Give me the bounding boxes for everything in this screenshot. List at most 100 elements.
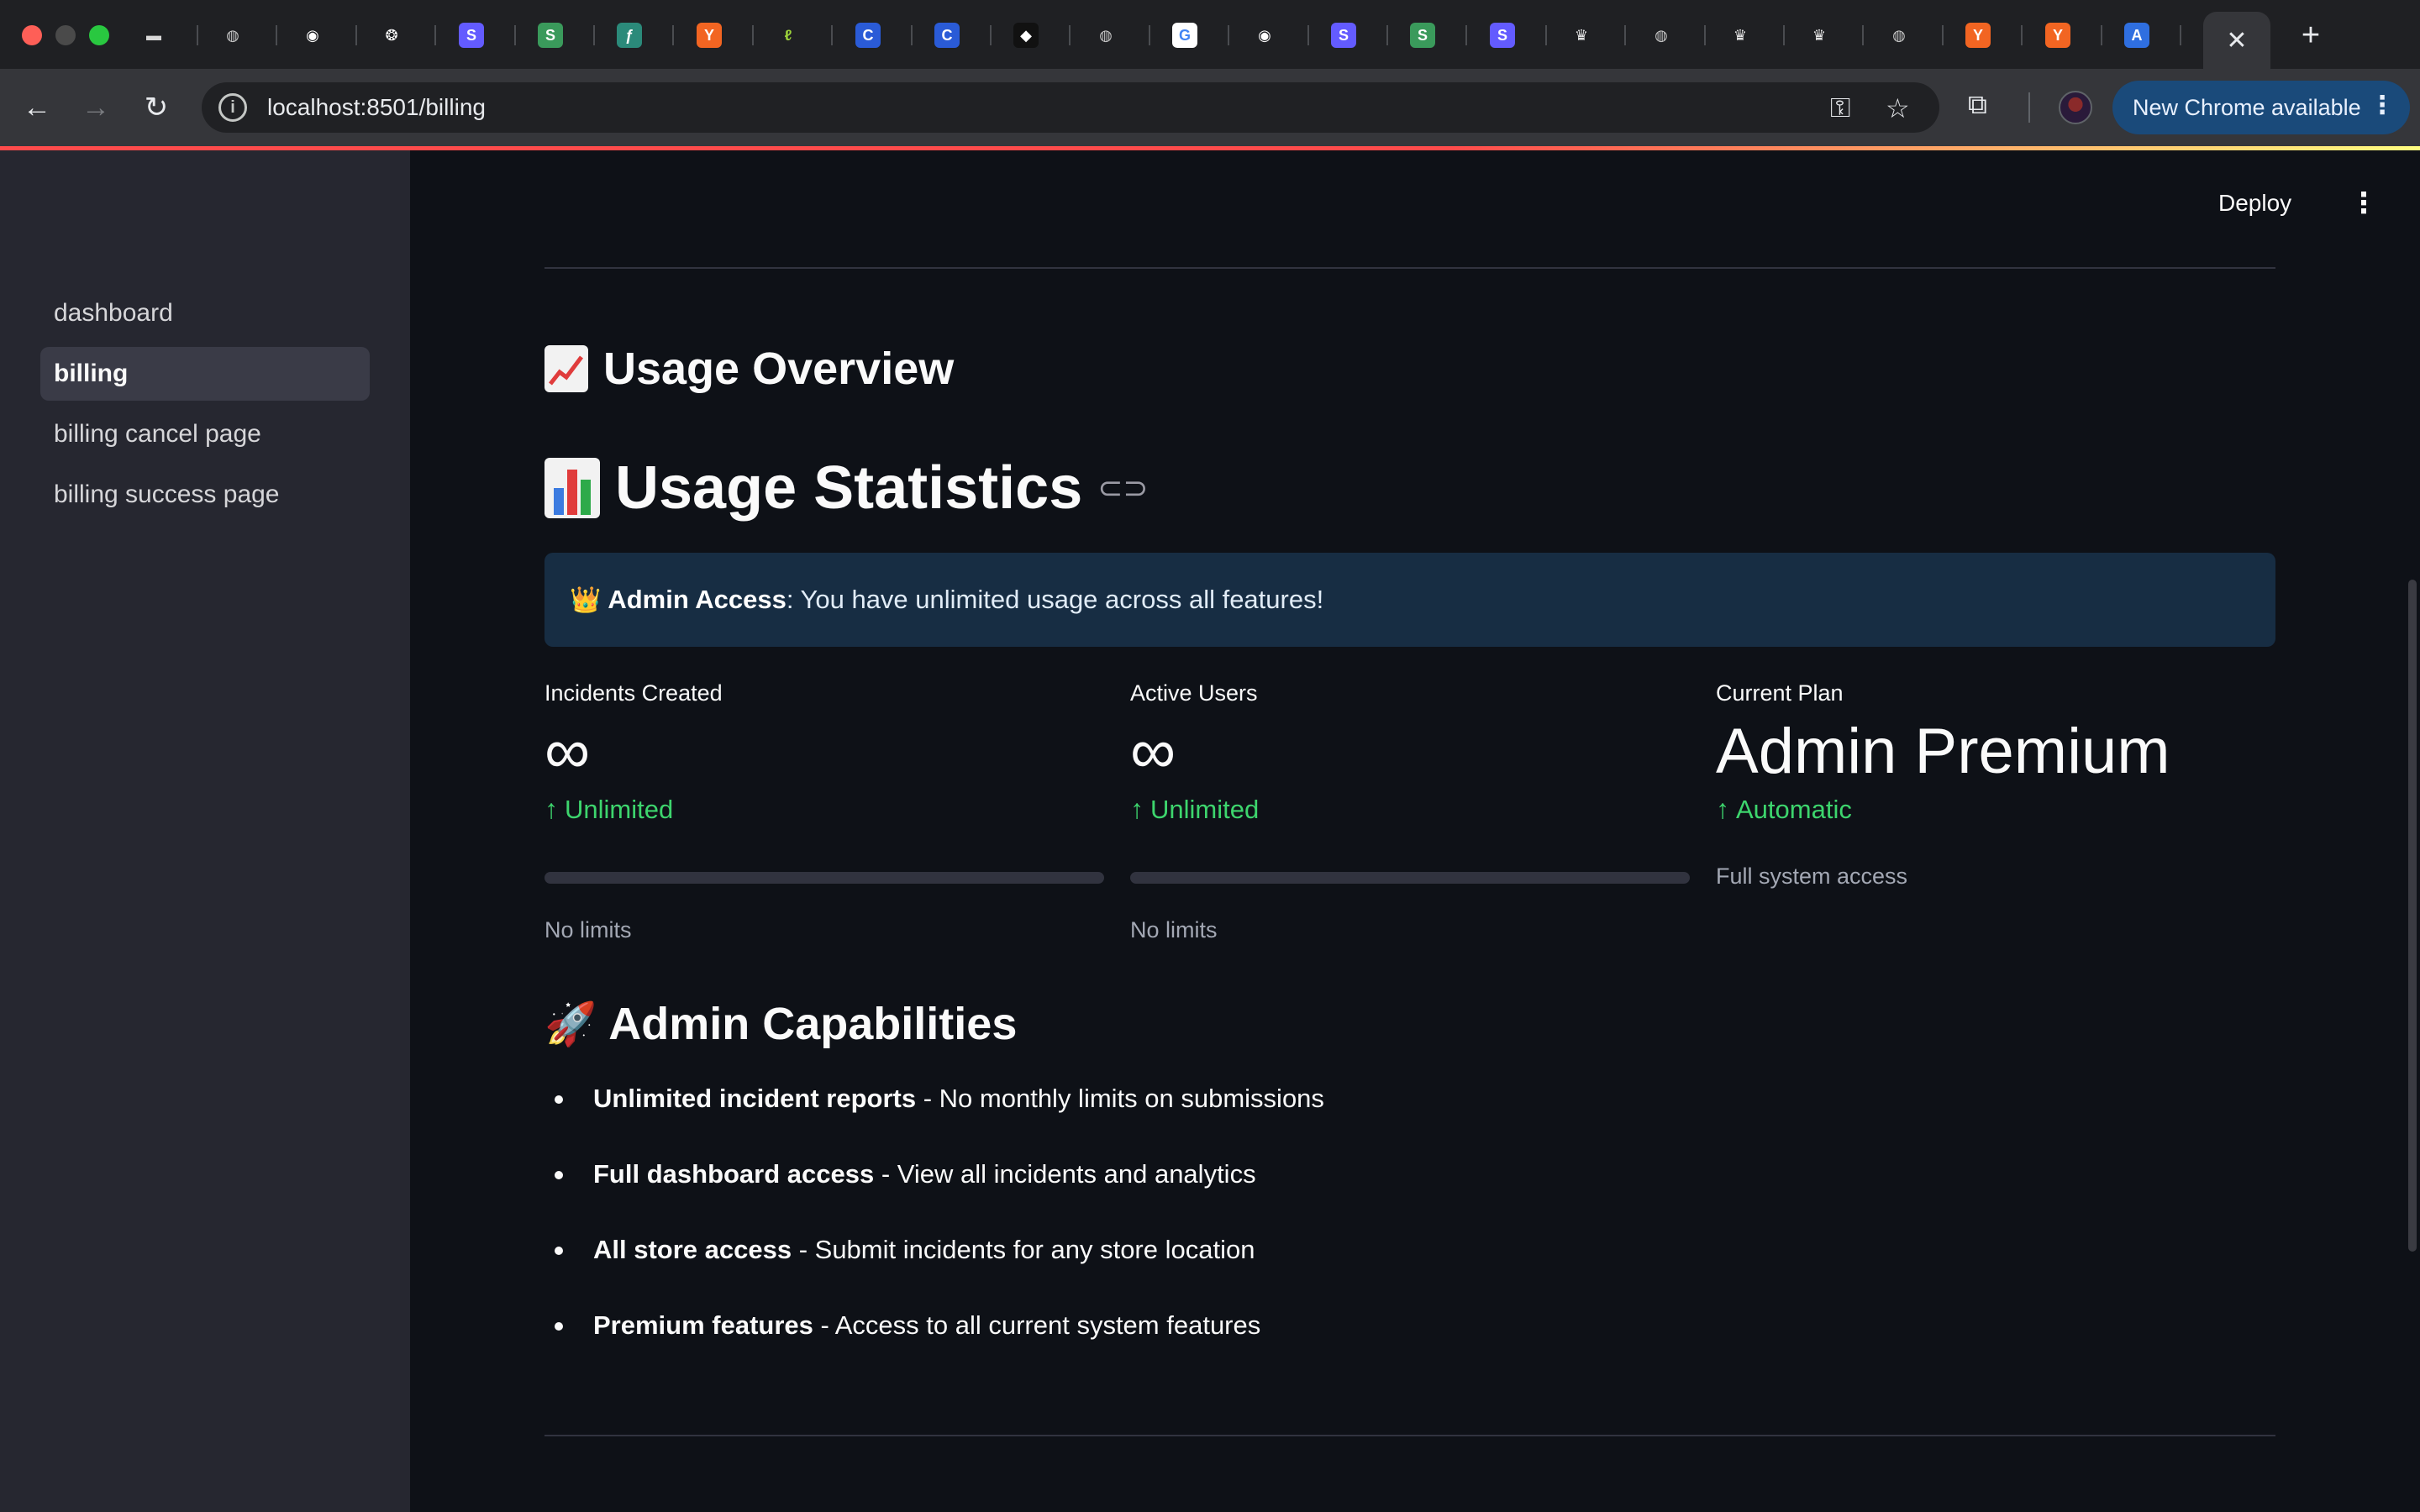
site-info-icon[interactable]: i — [218, 93, 247, 122]
crown-icon: 👑 — [570, 585, 602, 614]
metric-label: Active Users — [1130, 680, 1258, 706]
ycombinator-icon: Y — [2045, 23, 2070, 48]
browser-tab[interactable]: ◆ — [1013, 18, 1039, 52]
capability-desc: - No monthly limits on submissions — [916, 1084, 1324, 1113]
arrow-up-icon: ↑ — [1716, 794, 1729, 824]
browser-tab[interactable]: S — [1410, 18, 1435, 52]
forward-icon[interactable]: → — [76, 87, 116, 128]
sheets-s-icon: S — [1410, 23, 1435, 48]
sidebar-item-label: billing cancel page — [54, 420, 261, 448]
browser-tab[interactable]: ◍ — [1886, 18, 1912, 52]
profile-avatar[interactable] — [2059, 91, 2092, 124]
tab-separator — [1307, 25, 1309, 45]
browser-tab[interactable]: S — [1490, 18, 1515, 52]
feather-icon: ƒ — [617, 23, 642, 48]
metric-incidents-created: Incidents Created ∞ ↑ Unlimited — [544, 680, 1116, 825]
sidebar-item-label: billing success page — [54, 480, 280, 508]
tab-separator — [1069, 25, 1071, 45]
anchor-link-icon[interactable]: ⊂⊃ — [1097, 470, 1148, 506]
arrow-up-icon: ↑ — [544, 794, 558, 824]
browser-tab[interactable]: S — [538, 18, 563, 52]
metric-value: ∞ — [544, 716, 591, 787]
sidebar: dashboard billing billing cancel page bi… — [0, 150, 410, 1512]
browser-tab[interactable]: ƒ — [617, 18, 642, 52]
tab-separator — [434, 25, 436, 45]
browser-tab[interactable]: Y — [1965, 18, 1991, 52]
reload-icon[interactable]: ↻ — [136, 87, 176, 128]
browser-tab[interactable]: ♛ — [1569, 18, 1594, 52]
deploy-button[interactable]: Deploy — [2218, 190, 2291, 217]
browser-tab[interactable]: C — [934, 18, 960, 52]
metric-current-plan: Current Plan Admin Premium ↑ Automatic — [1716, 680, 2287, 825]
stripe-icon: S — [1331, 23, 1356, 48]
browser-tab[interactable]: ❂ — [379, 18, 404, 52]
sidebar-item-billing[interactable]: billing — [40, 347, 370, 401]
bar-chart-icon — [544, 458, 600, 518]
globe-icon: ◍ — [226, 26, 239, 44]
browser-tab[interactable]: A — [2124, 18, 2149, 52]
url-text[interactable]: localhost:8501/billing — [267, 94, 486, 121]
back-icon[interactable]: ← — [17, 87, 57, 128]
active-tab[interactable]: ✕ — [2203, 12, 2270, 69]
password-key-icon[interactable]: ⚿ — [1830, 92, 1850, 124]
browser-tab[interactable]: ℓ — [776, 18, 801, 52]
tab-separator — [1228, 25, 1229, 45]
capability-name: Full dashboard access — [593, 1159, 875, 1189]
close-window-button[interactable] — [22, 25, 42, 45]
main-scrollbar[interactable] — [2408, 580, 2417, 1252]
tab-separator — [1704, 25, 1706, 45]
alert-text: : You have unlimited usage across all fe… — [786, 585, 1324, 614]
sidebar-item-billing-success-page[interactable]: billing success page — [40, 468, 370, 522]
github-icon: ◉ — [1258, 26, 1271, 44]
browser-tab[interactable]: Y — [2045, 18, 2070, 52]
metric-delta: ↑ Automatic — [1716, 794, 2287, 825]
browser-tab[interactable]: S — [1331, 18, 1356, 52]
browser-tab[interactable]: ◍ — [1093, 18, 1118, 52]
capability-desc: - Submit incidents for any store locatio… — [792, 1235, 1255, 1264]
tab-separator — [355, 25, 357, 45]
browser-tab[interactable]: ◉ — [300, 18, 325, 52]
sidebar-item-label: billing — [54, 360, 129, 387]
arrow-up-icon: ↑ — [1130, 794, 1144, 824]
tab-separator — [514, 25, 516, 45]
browser-tab[interactable]: ▬ — [141, 18, 166, 52]
close-tab-icon[interactable]: ✕ — [2226, 26, 2247, 55]
metric-delta-label: Unlimited — [1150, 794, 1260, 824]
tab-separator — [672, 25, 674, 45]
browser-tab[interactable]: Y — [697, 18, 722, 52]
cube-icon: ◆ — [1013, 23, 1039, 48]
cast-search-icon[interactable]: ⧉ — [1968, 89, 1987, 121]
sidebar-item-billing-cancel-page[interactable]: billing cancel page — [40, 407, 370, 461]
metric-delta-label: Automatic — [1736, 794, 1852, 824]
browser-tab[interactable]: ♛ — [1807, 18, 1832, 52]
active-users-progress-bar — [1130, 872, 1690, 884]
admin-capabilities-title: Admin Capabilities — [608, 999, 1018, 1049]
browser-tab[interactable]: C — [855, 18, 881, 52]
metric-delta: ↑ Unlimited — [544, 794, 1116, 825]
maximize-window-button[interactable] — [89, 25, 109, 45]
browser-tab[interactable]: ◍ — [1649, 18, 1674, 52]
tab-separator — [197, 25, 198, 45]
browser-tab[interactable]: G — [1172, 18, 1197, 52]
address-bar[interactable]: i localhost:8501/billing ⚿ ☆ — [202, 82, 1939, 133]
active-users-caption: No limits — [1130, 917, 1218, 942]
usage-statistics-heading: Usage Statistics ⊂⊃ — [544, 454, 1149, 522]
main-menu-icon[interactable]: ⋮ — [2349, 186, 2378, 220]
admin-capabilities-heading: 🚀 Admin Capabilities — [544, 998, 1017, 1050]
minimize-window-button[interactable] — [55, 25, 76, 45]
chrome-menu-icon[interactable]: ⋮ — [2370, 91, 2395, 120]
ycombinator-icon: Y — [1965, 23, 1991, 48]
toolbar-divider — [2028, 92, 2030, 123]
bookmark-star-icon[interactable]: ☆ — [1886, 92, 1910, 124]
capability-name: Unlimited incident reports — [593, 1084, 917, 1113]
chrome-update-button[interactable]: New Chrome available ⋮ — [2112, 81, 2410, 134]
new-tab-button[interactable]: + — [2291, 15, 2331, 55]
sidebar-item-dashboard[interactable]: dashboard — [40, 286, 370, 340]
browser-tab[interactable]: ◍ — [220, 18, 245, 52]
browser-tab[interactable]: S — [459, 18, 484, 52]
browser-tab[interactable]: ♛ — [1728, 18, 1753, 52]
browser-tab[interactable]: ◉ — [1252, 18, 1277, 52]
tab-separator — [1545, 25, 1547, 45]
card-icon: ▬ — [146, 26, 161, 44]
tab-separator — [1149, 25, 1150, 45]
